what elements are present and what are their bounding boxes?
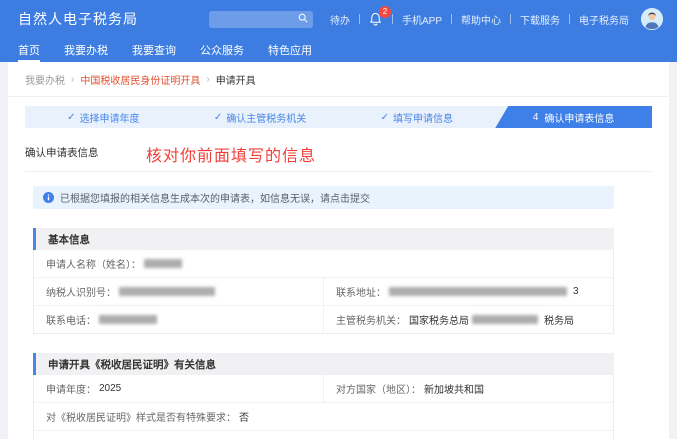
field-application-year: 申请年度： 2025 [34, 375, 323, 402]
step-1-select-year[interactable]: ✓ 选择申请年度 [25, 106, 182, 128]
field-label: 联系地址： [336, 288, 386, 299]
content-area: 确认申请表信息 核对你前面填写的信息 已根据您填报的相关信息生成本次的申请表，如… [8, 128, 669, 439]
link-help-center[interactable]: 帮助中心 [461, 12, 501, 27]
field-label: 纳税人识别号： [46, 288, 116, 299]
table-row: 纳税人识别号： 联系地址： 3 [34, 278, 613, 306]
nav-item-public-services[interactable]: 公众服务 [200, 38, 244, 62]
divider [391, 14, 393, 24]
section-basic-info: 基本信息 申请人名称（姓名）： 纳税人识别号： 联系地址： 3 联系电话： 主管… [33, 228, 614, 334]
divider [510, 14, 511, 24]
check-icon: ✓ [67, 111, 76, 123]
step-4-confirm-form[interactable]: 4 确认申请表信息 [495, 106, 652, 128]
certificate-info-table: 申请年度： 2025 对方国家（地区）： 新加坡共和国 对《税收居民证明》样式是… [33, 375, 614, 439]
field-value: 否 [239, 413, 249, 424]
field-value: 国家税务总局 [409, 316, 469, 327]
nav-item-featured-apps[interactable]: 特色应用 [268, 38, 312, 62]
redacted-value [99, 315, 157, 324]
main-card: 我要办税 › 中国税收居民身份证明开具 › 申请开具 ✓ 选择申请年度 ✓ 确认… [8, 62, 669, 439]
divider [358, 14, 360, 24]
info-banner: 已根据您填报的相关信息生成本次的申请表，如信息无误，请点击提交 [33, 186, 614, 209]
header-right: 待办 2 手机APP 帮助中心 下载服务 电子税务局 [208, 5, 663, 30]
step-number: 4 [532, 111, 539, 123]
check-icon: ✓ [380, 111, 390, 123]
field-counterpart-country: 对方国家（地区）： 新加坡共和国 [323, 375, 613, 402]
field-value: 新加坡共和国 [424, 385, 484, 396]
user-avatar[interactable] [641, 8, 663, 30]
screen: 自然人电子税务局 待办 2 手机APP 帮助中心 下载服务 电子税务局 首页 我… [0, 0, 677, 439]
field-contact-phone: 联系电话： [34, 306, 323, 333]
banner-text: 已根据您填报的相关信息生成本次的申请表，如信息无误，请点击提交 [60, 194, 370, 205]
chevron-right-icon: › [71, 74, 75, 85]
field-label: 申请年度： [46, 385, 96, 396]
search-box[interactable] [208, 10, 313, 28]
field-label: 申请人名称（姓名）： [46, 260, 141, 271]
page-background: 我要办税 › 中国税收居民身份证明开具 › 申请开具 ✓ 选择申请年度 ✓ 确认… [0, 62, 677, 439]
table-row: 申请人名称（姓名）： [34, 250, 613, 278]
nav-item-tax-services[interactable]: 我要办税 [64, 38, 108, 62]
step-indicator: ✓ 选择申请年度 ✓ 确认主管税务机关 ✓ 填写申请信息 4 确认申请表信息 [25, 106, 652, 128]
link-downloads[interactable]: 下载服务 [520, 12, 560, 27]
step-label: 选择申请年度 [79, 113, 140, 125]
field-application-purpose: 申请目的： 享受协定待遇 [34, 431, 613, 439]
todo-link[interactable]: 待办 [330, 12, 350, 27]
field-label: 对方国家（地区）： [336, 385, 421, 396]
chevron-right-icon: › [206, 74, 210, 85]
red-annotation: 核对你前面填写的信息 [146, 148, 317, 165]
nav-item-home[interactable]: 首页 [18, 38, 40, 62]
redacted-value [472, 315, 538, 324]
content-inner: 已根据您填报的相关信息生成本次的申请表，如信息无误，请点击提交 基本信息 申请人… [33, 186, 614, 439]
field-taxpayer-id: 纳税人识别号： [34, 278, 323, 305]
link-etax-bureau[interactable]: 电子税务局 [579, 12, 629, 27]
app-header: 自然人电子税务局 待办 2 手机APP 帮助中心 下载服务 电子税务局 [0, 0, 677, 38]
field-value: 税务局 [544, 316, 574, 327]
nav-item-inquiry[interactable]: 我要查询 [132, 38, 176, 62]
breadcrumb: 我要办税 › 中国税收居民身份证明开具 › 申请开具 [8, 62, 669, 97]
section-basic-info-header: 基本信息 [33, 228, 614, 250]
field-applicant-name: 申请人名称（姓名）： [34, 250, 613, 277]
field-value: 3 [573, 286, 579, 297]
info-icon [43, 192, 54, 203]
page-title: 确认申请表信息 [25, 147, 99, 159]
search-input[interactable] [213, 13, 298, 25]
redacted-value [119, 287, 215, 296]
breadcrumb-tax-services[interactable]: 我要办税 [25, 72, 65, 87]
divider [451, 14, 452, 24]
table-row: 申请目的： 享受协定待遇 [34, 431, 613, 439]
notification-bell-icon[interactable]: 2 [369, 5, 391, 27]
table-row: 联系电话： 主管税务机关： 国家税务总局 税务局 [34, 306, 613, 333]
step-label: 填写申请信息 [393, 113, 454, 125]
section-certificate-info: 申请开具《税收居民证明》有关信息 申请年度： 2025 对方国家（地区）： 新加… [33, 353, 614, 439]
page-title-row: 确认申请表信息 核对你前面填写的信息 [25, 140, 652, 172]
field-format-requirement: 对《税收居民证明》样式是否有特殊要求： 否 [34, 403, 613, 430]
field-value: 2025 [99, 383, 122, 394]
step-3-fill-info[interactable]: ✓ 填写申请信息 [339, 106, 496, 128]
divider [569, 14, 570, 24]
search-icon[interactable] [298, 13, 308, 26]
field-contact-address: 联系地址： 3 [323, 278, 613, 305]
step-label: 确认主管税务机关 [226, 113, 307, 125]
table-row: 对《税收居民证明》样式是否有特殊要求： 否 [34, 403, 613, 431]
field-label: 联系电话： [46, 316, 96, 327]
breadcrumb-certificate-issue[interactable]: 中国税收居民身份证明开具 [80, 72, 200, 87]
field-label: 主管税务机关： [336, 316, 406, 327]
main-nav: 首页 我要办税 我要查询 公众服务 特色应用 [0, 38, 677, 62]
app-title: 自然人电子税务局 [18, 11, 138, 27]
redacted-value [389, 287, 567, 296]
step-label: 确认申请表信息 [544, 113, 615, 125]
section-certificate-info-header: 申请开具《税收居民证明》有关信息 [33, 353, 614, 375]
step-2-confirm-authority[interactable]: ✓ 确认主管税务机关 [182, 106, 339, 128]
notification-badge: 2 [378, 5, 391, 18]
link-mobile-app[interactable]: 手机APP [402, 12, 442, 27]
table-row: 申请年度： 2025 对方国家（地区）： 新加坡共和国 [34, 375, 613, 403]
redacted-value [144, 259, 182, 268]
field-tax-authority: 主管税务机关： 国家税务总局 税务局 [323, 306, 613, 333]
basic-info-table: 申请人名称（姓名）： 纳税人识别号： 联系地址： 3 联系电话： 主管税务机关：… [33, 250, 614, 334]
check-icon: ✓ [213, 111, 223, 123]
field-label: 对《税收居民证明》样式是否有特殊要求： [46, 413, 236, 424]
breadcrumb-current-apply: 申请开具 [215, 76, 256, 87]
